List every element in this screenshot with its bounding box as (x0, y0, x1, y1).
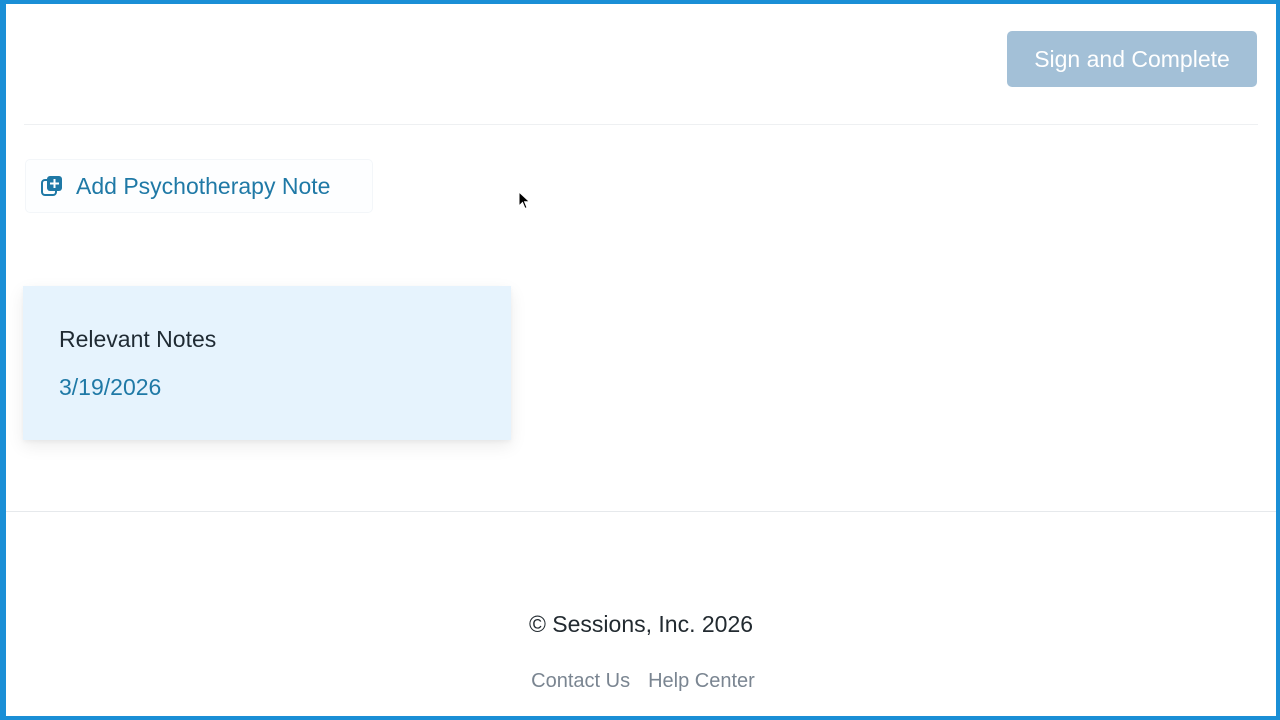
add-note-label: Add Psychotherapy Note (76, 172, 331, 199)
add-psychotherapy-note-button[interactable]: Add Psychotherapy Note (26, 160, 372, 212)
relevant-notes-title: Relevant Notes (59, 326, 217, 352)
relevant-note-link[interactable]: 3/19/2026 (59, 374, 161, 401)
sign-and-complete-button[interactable]: Sign and Complete (1007, 31, 1257, 87)
page-footer: © Sessions, Inc. 2026 Contact Us Help Ce… (6, 511, 1276, 716)
copyright-text: © Sessions, Inc. 2026 (528, 611, 754, 637)
relevant-notes-card: Relevant Notes 3/19/2026 (23, 286, 511, 440)
contact-us-link[interactable]: Contact Us (531, 670, 630, 693)
page-header: Sign and Complete (24, 4, 1258, 125)
mouse-cursor-icon (518, 191, 531, 210)
app-frame: Sign and Complete Add Psychotherapy Note… (0, 0, 1280, 720)
add-note-icon (40, 174, 64, 198)
help-center-link[interactable]: Help Center (648, 670, 755, 693)
footer-links: Contact Us Help Center (6, 670, 1276, 693)
